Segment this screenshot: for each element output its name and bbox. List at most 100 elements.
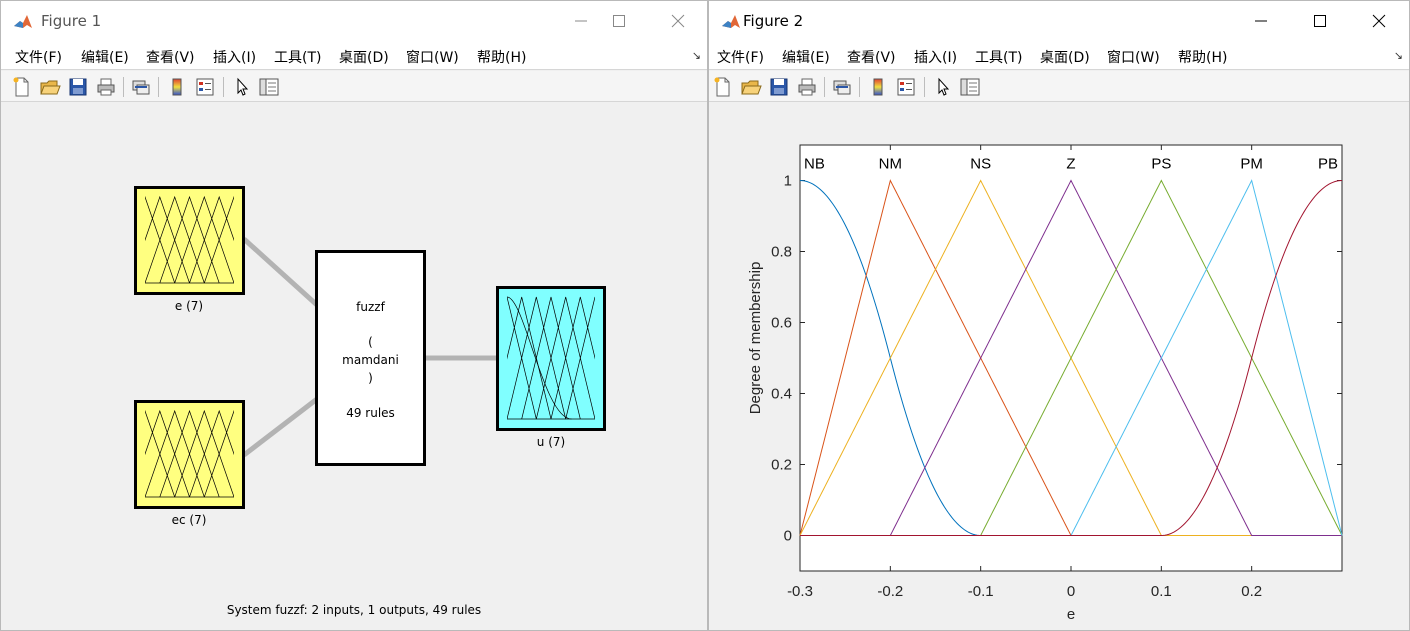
mf-curves <box>145 195 234 284</box>
toolbar-separator <box>123 77 124 97</box>
y-tick-label: 0.4 <box>771 386 792 403</box>
fis-type: mamdani <box>342 353 399 367</box>
maximize-icon[interactable] <box>607 9 631 33</box>
maximize-icon[interactable] <box>1308 9 1332 33</box>
menu-insert[interactable]: 插入(I) <box>914 47 957 67</box>
y-tick-label: 1 <box>784 173 792 190</box>
menu-help[interactable]: 帮助(H) <box>477 47 526 67</box>
toolbar-separator <box>859 77 860 97</box>
paren-close: ) <box>368 371 373 385</box>
figure2-title: Figure 2 <box>743 12 804 30</box>
save-icon[interactable] <box>67 76 89 98</box>
figure2-window: Figure 2 文件(F) 编辑(E) 查看(V) 插入(I) 工具(T) 桌… <box>708 0 1410 631</box>
paren-open: ( <box>368 335 373 349</box>
save-icon[interactable] <box>768 76 790 98</box>
toolbar-separator <box>223 77 224 97</box>
fis-editor-canvas: e (7) ec (7) fuzzf ( mamdani ) 49 rules … <box>1 103 707 630</box>
y-tick-label: 0 <box>784 528 792 545</box>
menu-view[interactable]: 查看(V) <box>146 47 195 67</box>
matlab-logo-icon <box>721 12 741 32</box>
series-label-ns: NS <box>970 156 991 173</box>
menu-edit[interactable]: 编辑(E) <box>81 47 129 67</box>
status-bar-text: System fuzzf: 2 inputs, 1 outputs, 49 ru… <box>226 603 482 617</box>
pointer-icon[interactable] <box>231 76 253 98</box>
plot-area: 0 0.2 0.4 0.6 0.8 1 -0.3 -0.2 -0.1 0 0.1 0.2 e Degree… <box>709 103 1409 630</box>
x-tick-label: -0.3 <box>787 583 813 600</box>
print-icon[interactable] <box>796 76 818 98</box>
figure1-toolbar <box>1 71 707 102</box>
menu-window[interactable]: 窗口(W) <box>406 47 459 67</box>
matlab-logo-icon <box>13 12 33 32</box>
new-file-icon[interactable] <box>712 76 734 98</box>
rule-block[interactable]: fuzzf ( mamdani ) 49 rules <box>315 250 426 466</box>
menu-desktop[interactable]: 桌面(D) <box>339 47 389 67</box>
input-e-label: e (7) <box>174 299 204 313</box>
output-u-mf-preview <box>506 296 595 420</box>
open-folder-icon[interactable] <box>39 76 61 98</box>
menu-insert[interactable]: 插入(I) <box>213 47 256 67</box>
series-label-pm: PM <box>1240 156 1263 173</box>
x-tick-label: -0.1 <box>968 583 994 600</box>
input-ec-box[interactable] <box>134 400 245 509</box>
close-icon[interactable] <box>666 9 690 33</box>
mf-curves <box>507 296 595 420</box>
toolbar-separator <box>824 77 825 97</box>
y-tick-label: 0.8 <box>771 244 792 261</box>
menu-tools[interactable]: 工具(T) <box>975 47 1022 67</box>
series-label-z: Z <box>1066 156 1075 173</box>
open-folder-icon[interactable] <box>740 76 762 98</box>
connector-e <box>242 237 319 307</box>
series-label-nm: NM <box>879 156 902 173</box>
legend-icon[interactable] <box>194 76 216 98</box>
input-e-box[interactable] <box>134 186 245 295</box>
link-plot-icon[interactable] <box>831 76 853 98</box>
legend-icon[interactable] <box>895 76 917 98</box>
toolbar-separator <box>158 77 159 97</box>
menu-view[interactable]: 查看(V) <box>847 47 896 67</box>
series-label-pb: PB <box>1318 156 1338 173</box>
menu-edit[interactable]: 编辑(E) <box>782 47 830 67</box>
x-tick-label: -0.2 <box>877 583 903 600</box>
property-inspector-icon[interactable] <box>258 76 280 98</box>
figure2-titlebar[interactable]: Figure 2 <box>709 1 1409 41</box>
series-label-nb: NB <box>804 156 825 173</box>
input-e-mf-preview <box>145 195 234 284</box>
menu-help[interactable]: 帮助(H) <box>1178 47 1227 67</box>
link-plot-icon[interactable] <box>130 76 152 98</box>
new-file-icon[interactable] <box>11 76 33 98</box>
y-tick-label: 0.2 <box>771 457 792 474</box>
mf-curves <box>506 296 572 420</box>
output-u-box[interactable] <box>496 286 606 431</box>
y-tick-label: 0.6 <box>771 315 792 332</box>
mf-curves <box>145 409 234 498</box>
x-tick-label: 0 <box>1067 583 1075 600</box>
print-icon[interactable] <box>95 76 117 98</box>
fis-name: fuzzf <box>356 300 385 314</box>
pointer-icon[interactable] <box>932 76 954 98</box>
figure1-titlebar[interactable]: Figure 1 <box>1 1 707 41</box>
menu-desktop[interactable]: 桌面(D) <box>1040 47 1090 67</box>
figure2-menubar: 文件(F) 编辑(E) 查看(V) 插入(I) 工具(T) 桌面(D) 窗口(W… <box>709 41 1409 70</box>
menu-overflow-icon[interactable]: ↘ <box>692 49 701 62</box>
minimize-icon[interactable] <box>1249 9 1273 33</box>
colorbar-icon[interactable] <box>166 76 188 98</box>
menu-overflow-icon[interactable]: ↘ <box>1394 49 1403 62</box>
y-axis-label: Degree of membership <box>747 262 764 415</box>
figure1-menubar: 文件(F) 编辑(E) 查看(V) 插入(I) 工具(T) 桌面(D) 窗口(W… <box>1 41 707 70</box>
menu-file[interactable]: 文件(F) <box>717 47 764 67</box>
menu-tools[interactable]: 工具(T) <box>274 47 321 67</box>
x-tick-label: 0.1 <box>1151 583 1172 600</box>
input-ec-mf-preview <box>145 409 234 498</box>
toolbar-separator <box>924 77 925 97</box>
property-inspector-icon[interactable] <box>959 76 981 98</box>
colorbar-icon[interactable] <box>867 76 889 98</box>
figure2-toolbar <box>709 71 1409 102</box>
menu-file[interactable]: 文件(F) <box>15 47 62 67</box>
menu-window[interactable]: 窗口(W) <box>1107 47 1160 67</box>
figure1-window: Figure 1 文件(F) 编辑(E) 查看(V) 插入(I) 工具(T) 桌… <box>0 0 708 631</box>
membership-function-chart[interactable]: 0 0.2 0.4 0.6 0.8 1 -0.3 -0.2 -0.1 0 0.1 0.2 e Degree… <box>709 103 1410 631</box>
series-label-ps: PS <box>1151 156 1171 173</box>
close-icon[interactable] <box>1367 9 1391 33</box>
minimize-icon[interactable] <box>569 9 593 33</box>
figure1-title: Figure 1 <box>41 12 102 30</box>
